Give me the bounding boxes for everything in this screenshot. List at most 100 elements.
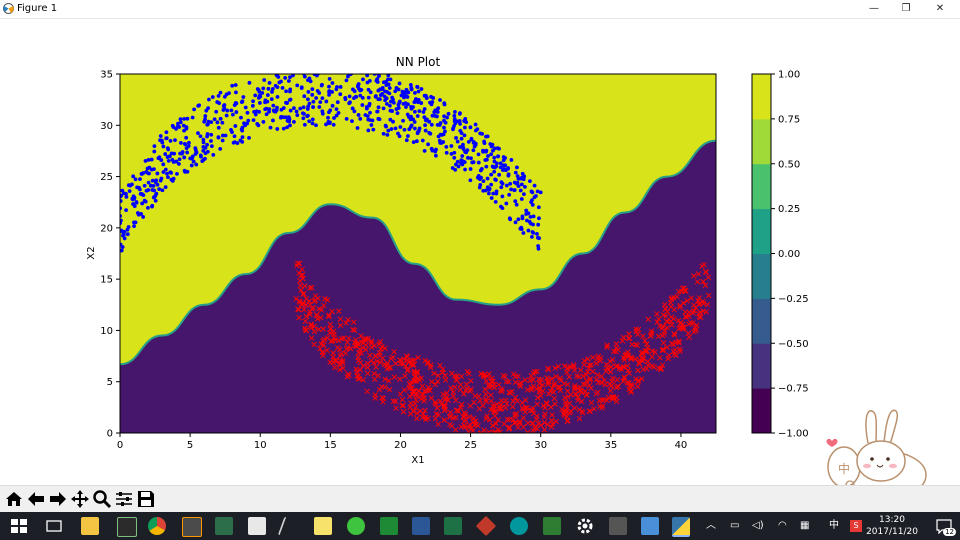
battery-icon[interactable]: ▭	[730, 512, 739, 540]
blue-point	[239, 115, 243, 120]
blue-point	[482, 139, 487, 144]
blue-point	[430, 100, 435, 104]
back-icon[interactable]	[26, 489, 46, 509]
configure-subplots-icon[interactable]	[114, 489, 134, 509]
blue-point	[355, 126, 360, 130]
blue-point	[131, 194, 136, 199]
blue-point	[218, 116, 223, 121]
blue-point	[265, 93, 270, 97]
close-button[interactable]: ✕	[923, 0, 957, 18]
blue-point	[383, 123, 388, 128]
blue-point	[214, 109, 219, 114]
blue-point	[186, 144, 191, 148]
blue-point	[258, 101, 262, 105]
blue-point	[240, 139, 245, 144]
blue-point	[518, 226, 523, 231]
windows-start-icon[interactable]	[10, 517, 28, 535]
blue-point	[537, 216, 541, 221]
blue-point	[423, 118, 428, 123]
word-icon[interactable]	[412, 517, 430, 535]
colorbar-tick-label: 0.00	[778, 249, 800, 260]
notes-icon[interactable]	[314, 517, 332, 535]
save-icon[interactable]	[136, 489, 156, 509]
app-icon[interactable]	[641, 517, 659, 535]
blue-point	[194, 162, 199, 167]
python-icon[interactable]	[672, 517, 690, 537]
maximize-button[interactable]: ❐	[889, 0, 923, 18]
blue-point	[190, 115, 195, 120]
blue-point	[383, 89, 387, 94]
blue-point	[409, 114, 414, 119]
ime-indicator[interactable]: 中	[829, 512, 839, 540]
bunny-ime-label: 中	[838, 461, 850, 476]
blue-point	[326, 119, 331, 124]
blue-point	[459, 158, 464, 163]
tray-chevron-icon[interactable]: ︿	[706, 512, 716, 540]
blue-point	[121, 232, 126, 237]
pen-icon[interactable]	[277, 517, 305, 535]
arduino-icon[interactable]	[510, 517, 528, 535]
blue-point	[288, 75, 292, 80]
file-explorer-icon[interactable]	[81, 517, 99, 535]
blue-point	[164, 136, 169, 141]
blue-point	[222, 106, 227, 111]
blue-point	[328, 70, 332, 74]
wechat-icon[interactable]	[347, 517, 365, 535]
clock[interactable]: 13:20 2017/11/20	[862, 514, 922, 538]
terminal-icon[interactable]	[117, 517, 137, 537]
blue-point	[388, 103, 392, 108]
zoom-icon[interactable]	[92, 489, 112, 509]
volume-icon[interactable]: ◁)	[752, 512, 764, 540]
blue-point	[406, 90, 411, 95]
app-icon[interactable]	[248, 517, 266, 535]
blue-point	[532, 183, 537, 188]
blue-point	[524, 208, 529, 213]
blue-point	[256, 123, 261, 128]
colorbar-segment	[752, 298, 771, 344]
notification-center-icon[interactable]: 12	[936, 518, 956, 536]
task-view-icon[interactable]	[45, 517, 63, 535]
blue-point	[161, 162, 166, 167]
app-icon[interactable]	[609, 517, 627, 535]
blue-point	[395, 111, 400, 116]
sogou-icon[interactable]: S	[850, 520, 862, 532]
colorbar-segment	[752, 163, 771, 210]
blue-point	[399, 93, 404, 98]
blue-point	[322, 67, 326, 71]
figure-canvas[interactable]: NN Plot 0 5 10 15 20 25 30 35 40 0 5 10 15 20 25 30 35 …	[0, 19, 960, 485]
colorbar-segment	[752, 253, 771, 299]
y-tick-label: 25	[100, 172, 113, 183]
forward-icon[interactable]	[48, 489, 68, 509]
blue-point	[314, 96, 319, 100]
sublime-icon[interactable]	[182, 517, 202, 537]
excel-icon[interactable]	[444, 517, 462, 535]
blue-point	[415, 131, 420, 136]
app-icon[interactable]	[215, 517, 233, 535]
blue-point	[356, 113, 361, 117]
minimize-button[interactable]: —	[857, 0, 891, 18]
app-icon[interactable]	[475, 515, 497, 537]
blue-point	[133, 177, 138, 182]
vim-icon[interactable]	[380, 517, 398, 535]
wifi-icon[interactable]: ◠	[778, 512, 787, 540]
blue-point	[497, 146, 501, 151]
chrome-icon[interactable]	[148, 517, 166, 535]
blue-point	[409, 123, 414, 128]
home-icon[interactable]	[4, 489, 24, 509]
blue-point	[220, 138, 225, 143]
blue-point	[483, 158, 488, 162]
blue-point	[481, 188, 486, 193]
keyboard-icon[interactable]: ▦	[800, 512, 809, 540]
blue-point	[523, 184, 527, 189]
blue-point	[397, 134, 402, 139]
blue-point	[217, 101, 222, 106]
blue-point	[442, 101, 447, 106]
blue-point	[246, 118, 251, 123]
gear-icon[interactable]	[576, 517, 594, 535]
blue-point	[498, 161, 503, 166]
chart-title: NN Plot	[396, 55, 441, 69]
app-icon[interactable]	[543, 517, 561, 535]
blue-point	[456, 164, 461, 169]
pan-icon[interactable]	[70, 489, 90, 509]
blue-point	[318, 100, 323, 105]
